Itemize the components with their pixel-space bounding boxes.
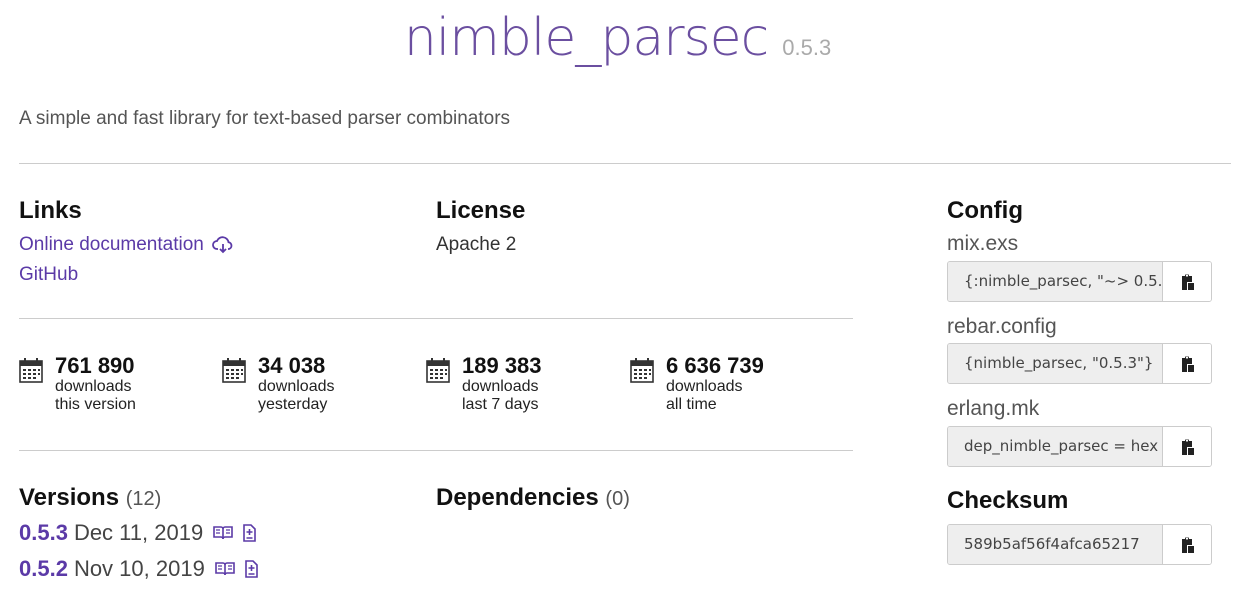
dependencies-heading: Dependencies (0) [436,484,630,512]
stat-all-time: 6 636 739 downloads all time [630,354,764,414]
stat-this-version: 761 890 downloads this version [19,354,136,414]
versions-title: Versions [19,484,120,511]
clipboard-icon [1182,355,1194,372]
calendar-icon [222,358,246,383]
stat-label: downloads [666,378,743,395]
stat-value: 761 890 [55,353,135,378]
file-diff-icon[interactable] [239,524,259,542]
online-documentation-link[interactable]: Online documentation [19,234,234,256]
version-link[interactable]: 0.5.3 [19,520,68,546]
stat-sublabel: yesterday [258,396,328,413]
package-page: nimble_parsec 0.5.3 A simple and fast lib… [0,0,1235,590]
config-mix-snippet: {:nimble_parsec, "~> 0.5.3"} [947,261,1212,302]
book-icon[interactable] [215,560,235,578]
license-value: Apache 2 [436,234,517,255]
dependencies-title: Dependencies [436,484,599,511]
config-mix-value[interactable]: {:nimble_parsec, "~> 0.5.3"} [948,262,1163,301]
checksum-value[interactable]: 589b5af56f4afca65217 [948,525,1163,564]
version-date: Nov 10, 2019 [73,556,205,581]
online-documentation-label: Online documentation [19,234,204,255]
config-erlang-value[interactable]: dep_nimble_parsec = hex 0.5.3 [948,427,1163,466]
stat-yesterday: 34 038 downloads yesterday [222,354,335,414]
stat-sublabel: all time [666,396,717,413]
stat-label: downloads [55,378,132,395]
package-description: A simple and fast library for text-based… [19,108,511,129]
clipboard-icon [1182,438,1194,455]
config-rebar-snippet: {nimble_parsec, "0.5.3"} [947,343,1212,384]
config-heading: Config [947,197,1023,224]
clipboard-icon [1182,273,1194,290]
calendar-icon [426,358,450,383]
stat-value: 6 636 739 [666,353,764,378]
versions-heading: Versions (12) [19,484,161,512]
version-row: 0.5.2 Nov 10, 2019 [19,556,261,582]
copy-button[interactable] [1163,344,1211,383]
license-heading: License [436,197,526,224]
version-row: 0.5.3 Dec 11, 2019 [19,520,259,546]
stat-last-7-days: 189 383 downloads last 7 days [426,354,542,414]
config-label-rebar: rebar.config [947,315,1057,338]
stat-sublabel: this version [55,396,136,413]
cloud-download-icon [211,236,233,254]
divider [19,318,853,319]
config-label-mix: mix.exs [947,232,1019,255]
stat-value: 34 038 [258,353,326,378]
stat-sublabel: last 7 days [462,396,539,413]
package-name: nimble_parsec [403,8,769,68]
config-erlang-snippet: dep_nimble_parsec = hex 0.5.3 [947,426,1212,467]
package-header: nimble_parsec 0.5.3 [0,8,1235,78]
config-rebar-value[interactable]: {nimble_parsec, "0.5.3"} [948,344,1163,383]
config-label-erlang: erlang.mk [947,397,1040,420]
stat-label: downloads [258,378,335,395]
divider [19,163,1231,164]
calendar-icon [19,358,43,383]
calendar-icon [630,358,654,383]
github-link[interactable]: GitHub [19,264,78,286]
copy-button[interactable] [1163,427,1211,466]
copy-button[interactable] [1163,262,1211,301]
file-diff-icon[interactable] [241,560,261,578]
divider [19,450,853,451]
version-date: Dec 11, 2019 [73,520,204,545]
clipboard-icon [1182,536,1194,553]
stat-value: 189 383 [462,353,542,378]
links-heading: Links [19,197,82,224]
copy-button[interactable] [1163,525,1211,564]
dependencies-count: (0) [605,488,630,510]
stat-label: downloads [462,378,539,395]
book-icon[interactable] [213,524,233,542]
package-version: 0.5.3 [782,35,832,60]
checksum-heading: Checksum [947,487,1069,514]
versions-count: (12) [125,488,162,510]
version-link[interactable]: 0.5.2 [19,556,68,582]
checksum-snippet: 589b5af56f4afca65217 [947,524,1212,565]
